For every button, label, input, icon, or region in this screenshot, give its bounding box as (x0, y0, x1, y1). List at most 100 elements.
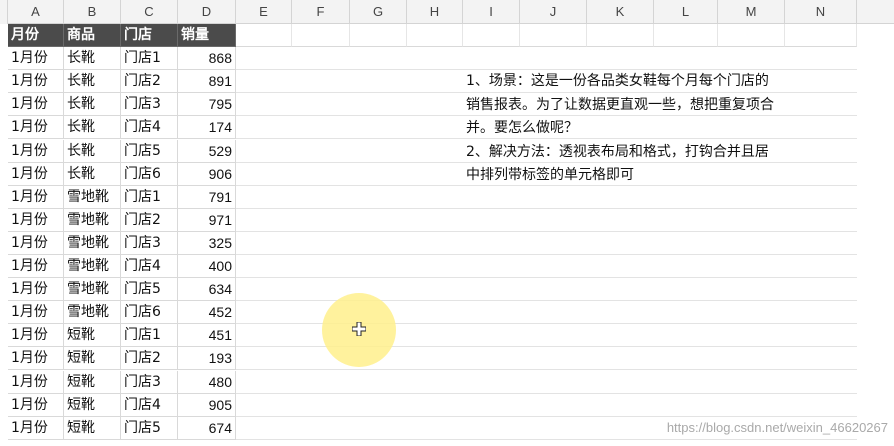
data-cell[interactable]: 480 (178, 370, 236, 394)
empty-cell[interactable] (407, 371, 463, 394)
empty-cell[interactable] (350, 232, 407, 255)
data-cell[interactable]: 短靴 (64, 370, 121, 394)
data-cell[interactable]: 门店4 (121, 116, 178, 140)
empty-cell[interactable] (785, 24, 857, 47)
empty-cell[interactable] (654, 394, 718, 417)
data-cell[interactable]: 门店6 (121, 301, 178, 325)
empty-cell[interactable] (236, 163, 292, 186)
empty-cell[interactable] (654, 371, 718, 394)
data-cell[interactable]: 门店5 (121, 416, 178, 440)
empty-cell[interactable] (654, 232, 718, 255)
data-cell[interactable]: 长靴 (64, 116, 121, 140)
data-cell[interactable]: 门店1 (121, 324, 178, 348)
empty-cell[interactable] (785, 47, 857, 71)
data-cell[interactable]: 短靴 (64, 347, 121, 371)
data-cell[interactable]: 长靴 (64, 93, 121, 117)
data-cell[interactable]: 门店2 (121, 208, 178, 232)
data-cell[interactable]: 门店3 (121, 231, 178, 255)
empty-cell[interactable] (718, 232, 785, 255)
empty-cell[interactable] (520, 232, 587, 255)
empty-cell[interactable] (587, 278, 654, 302)
empty-cell[interactable] (407, 324, 463, 348)
empty-cell[interactable] (654, 347, 718, 371)
column-header-c[interactable]: C (121, 0, 178, 24)
empty-cell[interactable] (463, 209, 520, 232)
empty-cell[interactable] (350, 394, 407, 417)
data-cell[interactable]: 雪地靴 (64, 278, 121, 302)
empty-cell[interactable] (236, 278, 292, 302)
empty-cell[interactable] (407, 140, 463, 163)
empty-cell[interactable] (292, 255, 350, 278)
empty-cell[interactable] (236, 371, 292, 394)
empty-cell[interactable] (463, 301, 520, 325)
empty-cell[interactable] (350, 163, 407, 186)
empty-cell[interactable] (407, 186, 463, 209)
empty-cell[interactable] (654, 301, 718, 325)
data-cell[interactable]: 1月份 (8, 93, 64, 117)
data-cell[interactable]: 971 (178, 208, 236, 232)
empty-cell[interactable] (785, 255, 857, 278)
empty-cell[interactable] (785, 186, 857, 209)
data-cell[interactable]: 906 (178, 162, 236, 186)
data-cell[interactable]: 1月份 (8, 162, 64, 186)
empty-cell[interactable] (236, 47, 292, 71)
empty-cell[interactable] (407, 24, 463, 47)
data-cell[interactable]: 长靴 (64, 70, 121, 94)
empty-cell[interactable] (407, 163, 463, 186)
data-cell[interactable]: 400 (178, 255, 236, 278)
empty-cell[interactable] (785, 278, 857, 302)
empty-cell[interactable] (236, 255, 292, 278)
empty-cell[interactable] (463, 371, 520, 394)
empty-cell[interactable] (292, 417, 350, 440)
empty-cell[interactable] (463, 47, 520, 71)
column-header-j[interactable]: J (520, 0, 587, 24)
empty-cell[interactable] (236, 394, 292, 417)
empty-cell[interactable] (463, 255, 520, 278)
empty-cell[interactable] (407, 209, 463, 232)
empty-cell[interactable] (236, 232, 292, 255)
empty-cell[interactable] (292, 116, 350, 140)
empty-cell[interactable] (350, 186, 407, 209)
empty-cell[interactable] (292, 186, 350, 209)
header-cell[interactable]: 门店 (121, 24, 178, 47)
empty-cell[interactable] (654, 278, 718, 302)
data-cell[interactable]: 1月份 (8, 255, 64, 278)
empty-cell[interactable] (587, 301, 654, 325)
empty-cell[interactable] (520, 186, 587, 209)
data-cell[interactable]: 791 (178, 185, 236, 209)
column-header-i[interactable]: I (463, 0, 520, 24)
data-cell[interactable]: 1月份 (8, 370, 64, 394)
data-cell[interactable]: 1月份 (8, 393, 64, 417)
empty-cell[interactable] (785, 232, 857, 255)
select-all-corner[interactable] (0, 0, 8, 24)
empty-cell[interactable] (785, 371, 857, 394)
empty-cell[interactable] (292, 140, 350, 163)
empty-cell[interactable] (292, 70, 350, 94)
data-cell[interactable]: 雪地靴 (64, 208, 121, 232)
header-cell[interactable]: 月份 (8, 24, 64, 47)
empty-cell[interactable] (520, 24, 587, 47)
data-cell[interactable]: 门店6 (121, 162, 178, 186)
column-header-g[interactable]: G (350, 0, 407, 24)
empty-cell[interactable] (236, 116, 292, 140)
empty-cell[interactable] (587, 209, 654, 232)
empty-cell[interactable] (654, 47, 718, 71)
empty-cell[interactable] (520, 371, 587, 394)
empty-cell[interactable] (350, 24, 407, 47)
data-cell[interactable]: 雪地靴 (64, 185, 121, 209)
empty-cell[interactable] (350, 255, 407, 278)
empty-cell[interactable] (785, 209, 857, 232)
empty-cell[interactable] (718, 371, 785, 394)
data-cell[interactable]: 门店3 (121, 370, 178, 394)
empty-cell[interactable] (718, 324, 785, 348)
empty-cell[interactable] (718, 301, 785, 325)
empty-cell[interactable] (654, 209, 718, 232)
data-cell[interactable]: 长靴 (64, 162, 121, 186)
empty-cell[interactable] (292, 371, 350, 394)
data-cell[interactable]: 短靴 (64, 393, 121, 417)
data-cell[interactable]: 891 (178, 70, 236, 94)
empty-cell[interactable] (718, 186, 785, 209)
empty-cell[interactable] (236, 93, 292, 117)
empty-cell[interactable] (236, 417, 292, 440)
data-cell[interactable]: 门店4 (121, 393, 178, 417)
